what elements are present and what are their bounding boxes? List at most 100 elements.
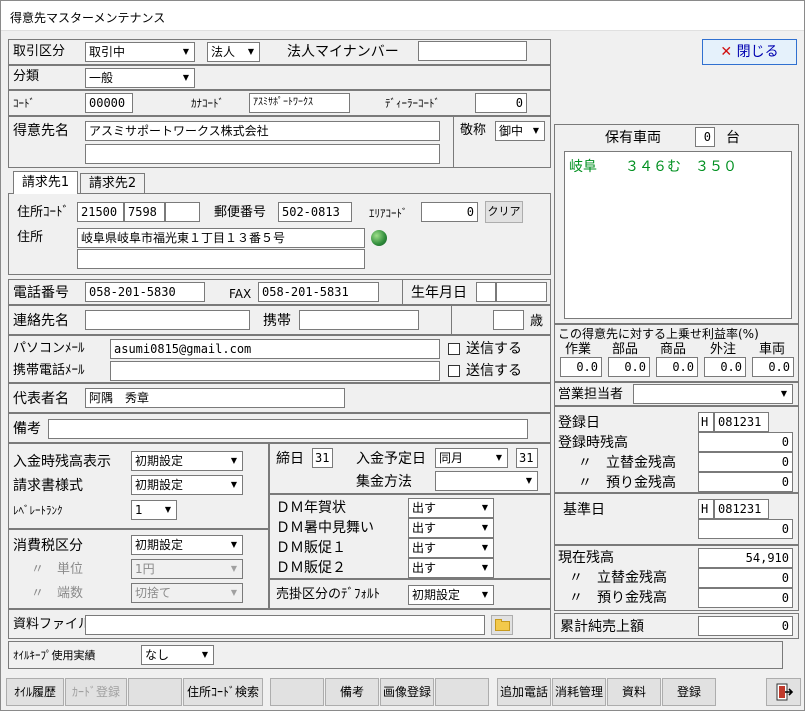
- reg-zan-input[interactable]: 0: [698, 432, 793, 452]
- folder-icon[interactable]: [491, 615, 513, 635]
- close-button[interactable]: ✕ 閉じる: [702, 39, 797, 65]
- seikyu-select[interactable]: 初期設定 ▼: [131, 475, 243, 495]
- margin-title: この得意先に対する上乗せ利益率(%): [558, 327, 759, 341]
- kijun-era-input[interactable]: H: [698, 499, 714, 519]
- address-code-search-button[interactable]: 住所ｺｰﾄﾞ検索: [183, 678, 263, 706]
- margin-col-label-3: 外注: [710, 342, 737, 357]
- clear-button[interactable]: クリア: [485, 201, 523, 223]
- pcmail-input[interactable]: asumi0815@gmail.com: [110, 339, 440, 359]
- address-line1-input[interactable]: 岐阜県岐阜市福光東１丁目１３番５号: [77, 228, 365, 248]
- mobile-input[interactable]: [299, 310, 419, 330]
- birth-date-input[interactable]: [496, 282, 547, 302]
- reg-era-input[interactable]: H: [698, 412, 714, 432]
- reg-tatekae-input[interactable]: 0: [698, 452, 793, 472]
- add-phone-button[interactable]: 追加電話: [497, 678, 551, 706]
- shime-label: 締日: [276, 451, 304, 467]
- ruikei-input[interactable]: 0: [698, 616, 793, 636]
- materials-button[interactable]: 資料: [607, 678, 661, 706]
- pcmail-send-checkbox[interactable]: [448, 343, 460, 355]
- margin-input-4[interactable]: 0.0: [752, 357, 794, 377]
- tax-unit-select[interactable]: 1円 ▼: [131, 559, 243, 579]
- margin-col-label-0: 作業: [565, 342, 592, 357]
- map-globe-icon[interactable]: [371, 230, 387, 246]
- margin-input-3[interactable]: 0.0: [704, 357, 746, 377]
- contact-input[interactable]: [85, 310, 250, 330]
- kana-input[interactable]: ｱｽﾐｻﾎﾟｰﾄﾜｰｸｽ: [249, 93, 350, 113]
- shime-input[interactable]: 31: [312, 448, 333, 468]
- image-register-button[interactable]: 画像登録: [380, 678, 434, 706]
- reg-date-input[interactable]: 081231: [714, 412, 769, 432]
- shiryo-input[interactable]: [85, 615, 485, 635]
- address-code1-input[interactable]: 21500: [77, 202, 124, 222]
- dm-select-1[interactable]: 出す ▼: [408, 518, 494, 538]
- tab-billing-2-label: 請求先2: [88, 176, 137, 191]
- nyukin-day-input[interactable]: 31: [516, 448, 538, 468]
- current-value-input[interactable]: 54,910: [698, 548, 793, 568]
- corp-type-select[interactable]: 法人 ▼: [207, 42, 260, 62]
- nyukin-zan-value: 初期設定: [135, 454, 184, 468]
- dm-select-2[interactable]: 出す ▼: [408, 538, 494, 558]
- name2-input[interactable]: [85, 144, 440, 164]
- exit-button[interactable]: [766, 678, 801, 706]
- vehicle-list[interactable]: 岐阜 ３４６む ３５０: [564, 151, 792, 319]
- margin-input-1[interactable]: 0.0: [608, 357, 650, 377]
- margin-input-2[interactable]: 0.0: [656, 357, 698, 377]
- vehicle-list-item[interactable]: 岐阜 ３４６む ３５０: [569, 156, 787, 176]
- kijun-date-input[interactable]: 081231: [714, 499, 769, 519]
- age-input[interactable]: [493, 310, 524, 330]
- nyukin-date-label: 入金予定日: [356, 451, 426, 467]
- area-code-input[interactable]: 0: [421, 202, 478, 222]
- mynumber-input[interactable]: [418, 41, 527, 61]
- bunrui-select[interactable]: 一般 ▼: [85, 68, 195, 88]
- sales-rep-select[interactable]: ▼: [633, 384, 793, 404]
- address-code2-input[interactable]: 7598: [124, 202, 165, 222]
- name-label: 得意先名: [13, 123, 69, 139]
- torihiki-select[interactable]: 取引中 ▼: [85, 42, 195, 62]
- tab-billing-1[interactable]: 請求先1: [13, 171, 78, 194]
- urikake-select[interactable]: 初期設定 ▼: [408, 585, 494, 605]
- mobmail-send-checkbox[interactable]: [448, 365, 460, 377]
- current-tatekae-input[interactable]: 0: [698, 568, 793, 588]
- biko-input[interactable]: [48, 419, 528, 439]
- address-code3-input[interactable]: [165, 202, 200, 222]
- address-line2-input[interactable]: [77, 249, 365, 269]
- card-register-button[interactable]: ｶｰﾄﾞ登録: [65, 678, 127, 706]
- oil-history-button[interactable]: ｵｲﾙ履歴: [6, 678, 64, 706]
- name-input[interactable]: アスミサポートワークス株式会社: [85, 121, 440, 141]
- dm-select-3[interactable]: 出す ▼: [408, 558, 494, 578]
- kijun-value-input[interactable]: 0: [698, 519, 793, 539]
- birth-era-input[interactable]: [476, 282, 496, 302]
- level-select[interactable]: 1 ▼: [131, 500, 177, 520]
- dm-select-0[interactable]: 出す ▼: [408, 498, 494, 518]
- oil-select[interactable]: なし ▼: [141, 645, 214, 665]
- keisho-label: 敬称: [460, 123, 487, 138]
- blank-button-2[interactable]: [270, 678, 324, 706]
- blank-button-3[interactable]: [435, 678, 489, 706]
- current-azukari-input[interactable]: 0: [698, 588, 793, 608]
- zip-input[interactable]: 502-0813: [278, 202, 352, 222]
- chevron-down-icon: ▼: [201, 650, 209, 659]
- tel-input[interactable]: 058-201-5830: [85, 282, 205, 302]
- mynumber-label: 法人マイナンバー: [287, 44, 399, 60]
- nyukin-zan-select[interactable]: 初期設定 ▼: [131, 451, 243, 471]
- register-button[interactable]: 登録: [662, 678, 716, 706]
- shukin-select[interactable]: ▼: [435, 471, 538, 491]
- dealer-input[interactable]: 0: [475, 93, 527, 113]
- mobmail-input[interactable]: [110, 361, 440, 381]
- tax-frac-select[interactable]: 切捨て ▼: [131, 583, 243, 603]
- consumables-button[interactable]: 消耗管理: [552, 678, 606, 706]
- vehicle-count-input[interactable]: 0: [695, 127, 715, 147]
- fax-input[interactable]: 058-201-5831: [258, 282, 379, 302]
- rep-input[interactable]: 阿隅 秀章: [85, 388, 345, 408]
- biko-button[interactable]: 備考: [325, 678, 379, 706]
- keisho-value: 御中: [499, 124, 524, 138]
- tab-billing-2[interactable]: 請求先2: [80, 173, 145, 193]
- blank-button-1[interactable]: [128, 678, 182, 706]
- level-value: 1: [135, 503, 143, 517]
- tax-select[interactable]: 初期設定 ▼: [131, 535, 243, 555]
- code-input[interactable]: 00000: [85, 93, 133, 113]
- margin-input-0[interactable]: 0.0: [560, 357, 602, 377]
- nyukin-month-select[interactable]: 同月 ▼: [435, 448, 508, 468]
- reg-azukari-input[interactable]: 0: [698, 472, 793, 492]
- keisho-select[interactable]: 御中 ▼: [495, 121, 545, 141]
